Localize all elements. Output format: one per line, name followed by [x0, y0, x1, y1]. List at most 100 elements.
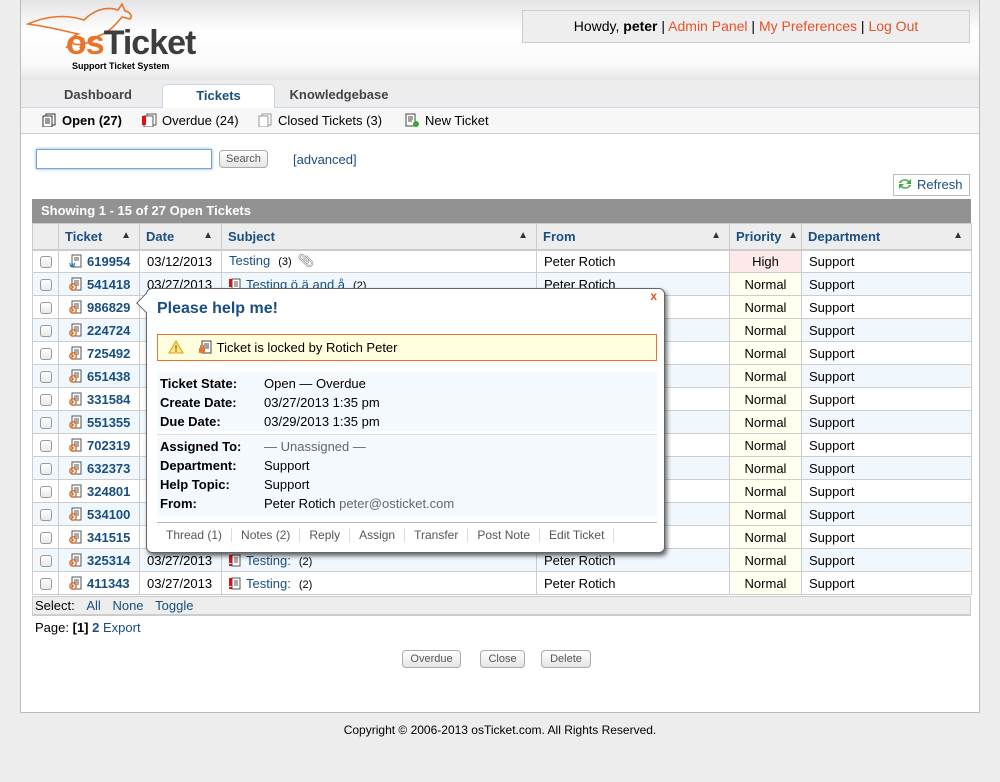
ticket-number-link[interactable]: 619954 — [87, 254, 130, 269]
close-button[interactable]: Close — [480, 650, 525, 668]
ticket-number-link[interactable]: 534100 — [87, 507, 130, 522]
row-checkbox[interactable] — [32, 249, 59, 273]
ticket-department: Support — [801, 364, 972, 388]
row-checkbox[interactable] — [32, 272, 59, 296]
preview-action-notes[interactable]: Notes (2) — [232, 528, 301, 542]
ticket-date: 03/12/2013 — [139, 249, 222, 273]
preview-action-edit-ticket[interactable]: Edit Ticket — [540, 528, 615, 542]
ticket-department: Support — [801, 571, 972, 595]
subnav-new-ticket[interactable]: New Ticket — [404, 112, 489, 130]
subnav-open[interactable]: Open (27) — [41, 112, 122, 130]
ticket-number-link[interactable]: 324801 — [87, 484, 130, 499]
row-checkbox[interactable] — [32, 525, 59, 549]
tab-tickets[interactable]: Tickets — [162, 84, 275, 109]
delete-button[interactable]: Delete — [541, 650, 591, 668]
overdue-button[interactable]: Overdue — [402, 650, 461, 668]
search-button[interactable]: Search — [219, 150, 268, 168]
sort-icon[interactable]: ▲︎ — [203, 230, 213, 241]
ticket-number-link[interactable]: 651438 — [87, 369, 130, 384]
ticket-number-link[interactable]: 551355 — [87, 415, 130, 430]
sort-icon[interactable]: ▲︎ — [953, 230, 963, 241]
preview-action-assign[interactable]: Assign — [350, 528, 406, 542]
ticket-subject-link[interactable]: Testing: — [246, 553, 291, 568]
ticket-number-cell: 541418 — [58, 272, 140, 296]
preview-action-transfer[interactable]: Transfer — [405, 528, 469, 542]
email-ticket-icon — [69, 392, 82, 406]
row-checkbox[interactable] — [32, 295, 59, 319]
ticket-number-link[interactable]: 341515 — [87, 530, 130, 545]
preview-action-thread[interactable]: Thread (1) — [157, 528, 233, 542]
ticket-priority: Normal — [729, 410, 802, 434]
info-value: Support — [264, 477, 310, 492]
refresh-button[interactable]: Refresh — [893, 174, 970, 196]
column-header-from[interactable]: From ▲︎ — [536, 223, 730, 251]
ticket-number-link[interactable]: 224724 — [87, 323, 130, 338]
sort-icon[interactable]: ▲︎ — [518, 230, 528, 241]
ticket-number-link[interactable]: 702319 — [87, 438, 130, 453]
sort-icon[interactable]: ▲︎ — [788, 230, 798, 241]
select-label: Select: — [35, 598, 75, 613]
ticket-number-link[interactable]: 725492 — [87, 346, 130, 361]
ticket-priority: Normal — [729, 341, 802, 365]
ticket-department: Support — [801, 456, 972, 480]
subnav-overdue[interactable]: Overdue (24) — [141, 112, 239, 130]
ticket-number-cell: 325314 — [58, 548, 140, 572]
column-header-date[interactable]: Date ▲︎ — [139, 223, 222, 251]
row-checkbox[interactable] — [32, 502, 59, 526]
email-ticket-icon — [69, 369, 82, 383]
row-checkbox[interactable] — [32, 318, 59, 342]
row-checkbox[interactable] — [32, 479, 59, 503]
select-none-link[interactable]: None — [112, 598, 143, 613]
ticket-number-link[interactable]: 411343 — [87, 576, 130, 591]
export-link[interactable]: Export — [103, 620, 141, 635]
column-header-ticket[interactable]: Ticket ▲︎ — [58, 223, 140, 251]
table-row[interactable]: w 619954 03/12/2013 Testing (3) 📎︎ Peter Rotic… — [32, 249, 972, 273]
row-checkbox[interactable] — [32, 456, 59, 480]
admin-panel-link[interactable]: Admin Panel — [668, 18, 747, 34]
sort-icon[interactable]: ▲︎ — [121, 230, 131, 241]
row-checkbox[interactable] — [32, 364, 59, 388]
svg-text:w: w — [69, 261, 76, 268]
column-header-subject[interactable]: Subject ▲︎ — [221, 223, 537, 251]
ticket-department: Support — [801, 341, 972, 365]
page-2-link[interactable]: 2 — [92, 620, 99, 635]
subnav-closed[interactable]: Closed Tickets (3) — [257, 112, 382, 130]
close-popup-button[interactable]: x — [650, 289, 657, 303]
row-checkbox[interactable] — [32, 387, 59, 411]
row-checkbox[interactable] — [32, 341, 59, 365]
sort-icon[interactable]: ▲︎ — [711, 230, 721, 241]
ticket-priority: Normal — [729, 571, 802, 595]
row-checkbox[interactable] — [32, 410, 59, 434]
row-checkbox[interactable] — [32, 571, 59, 595]
table-row[interactable]: 411343 03/27/2013 Testing: (2) Peter Rotich N… — [32, 571, 972, 595]
preview-action-post-note[interactable]: Post Note — [468, 528, 541, 542]
select-all-link[interactable]: All — [86, 598, 100, 613]
advanced-search-link[interactable]: [advanced] — [293, 152, 357, 167]
ticket-department: Support — [801, 249, 972, 273]
my-preferences-link[interactable]: My Preferences — [759, 18, 857, 34]
closed-tickets-icon — [258, 113, 272, 127]
log-out-link[interactable]: Log Out — [868, 18, 918, 34]
ticket-number-link[interactable]: 541418 — [87, 277, 130, 292]
email-ticket-icon — [69, 415, 82, 429]
tab-knowledgebase[interactable]: Knowledgebase — [279, 84, 399, 108]
row-checkbox[interactable] — [32, 433, 59, 457]
column-header-department[interactable]: Department ▲︎ — [801, 223, 972, 251]
search-input[interactable] — [36, 149, 212, 169]
ticket-subject-cell: Testing: (2) — [221, 571, 537, 595]
ticket-number-link[interactable]: 986829 — [87, 300, 130, 315]
tab-dashboard[interactable]: Dashboard — [38, 84, 158, 108]
overdue-flag-icon — [229, 577, 241, 589]
ticket-number-link[interactable]: 325314 — [87, 553, 130, 568]
row-checkbox[interactable] — [32, 548, 59, 572]
column-header-priority[interactable]: Priority ▲︎ — [729, 223, 802, 251]
preview-action-reply[interactable]: Reply — [300, 528, 351, 542]
osticket-logo[interactable]: osTicket Support Ticket System — [26, 2, 211, 74]
ticket-subject-link[interactable]: Testing: — [246, 576, 291, 591]
column-header-select — [32, 223, 59, 251]
select-toggle-link[interactable]: Toggle — [155, 598, 193, 613]
ticket-number-link[interactable]: 632373 — [87, 461, 130, 476]
ticket-number-link[interactable]: 331584 — [87, 392, 130, 407]
ticket-subject-link[interactable]: Testing — [229, 253, 270, 268]
email-ticket-icon — [69, 553, 82, 567]
